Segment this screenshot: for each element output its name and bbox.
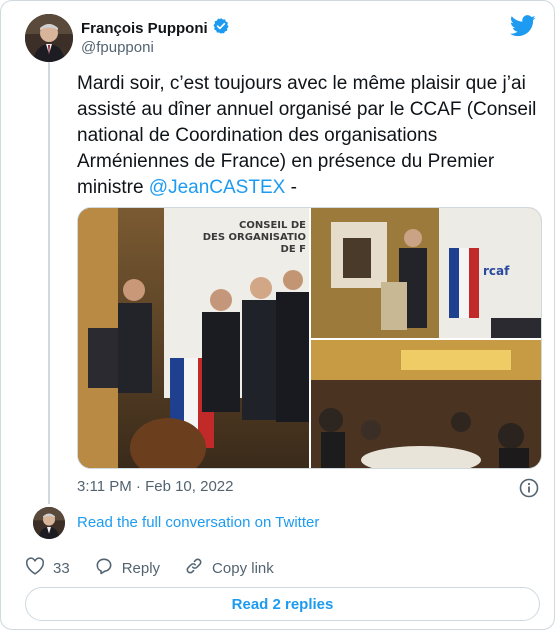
photo-dinner[interactable] (311, 340, 541, 468)
photo-stage[interactable]: CONSEIL DE DES ORGANISATIO DE F (78, 208, 309, 468)
read-full-conversation-link[interactable]: Read the full conversation on Twitter (77, 514, 319, 531)
copy-link-label: Copy link (212, 559, 274, 577)
read-replies-label: Read 2 replies (231, 595, 334, 613)
copy-link-button[interactable]: Copy link (184, 556, 274, 580)
ccaf-logo: rcaf (483, 264, 510, 278)
twitter-logo-icon[interactable] (510, 15, 536, 42)
reply-label: Reply (121, 559, 161, 577)
like-count: 33 (53, 559, 70, 577)
thread-rail (48, 62, 50, 504)
like-button[interactable]: 33 (25, 557, 70, 579)
sign-line-1: CONSEIL DE (239, 220, 306, 231)
photo-podium[interactable]: rcaf (311, 208, 541, 338)
reply-button[interactable]: Reply (94, 556, 160, 580)
action-bar: 33 Reply Copy link (25, 557, 298, 579)
sign-line-3: DE F (280, 244, 306, 255)
sign-line-2: DES ORGANISATIO (202, 232, 306, 243)
tweet-card: François Pupponi @fpupponi Mardi soir, c… (0, 0, 555, 630)
tweet-body-end: - (285, 177, 297, 198)
read-replies-button[interactable]: Read 2 replies (25, 587, 540, 621)
author-name[interactable]: François Pupponi (81, 20, 208, 37)
link-icon (184, 556, 204, 580)
verified-badge-icon (212, 17, 230, 40)
author-handle[interactable]: @fpupponi (81, 39, 154, 56)
author-name-row[interactable]: François Pupponi (81, 17, 230, 40)
reply-icon (94, 556, 114, 580)
tweet-text: Mardi soir, c’est toujours avec le même … (77, 71, 542, 201)
sign-text: CONSEIL DE DES ORGANISATIO DE F (203, 220, 306, 256)
media-grid[interactable]: CONSEIL DE DES ORGANISATIO DE F rcaf (77, 207, 542, 469)
tweet-body: Mardi soir, c’est toujours avec le même … (77, 73, 537, 198)
heart-icon (25, 557, 45, 579)
tweet-timestamp[interactable]: 3:11 PM · Feb 10, 2022 (77, 478, 233, 495)
mention-link[interactable]: @JeanCASTEX (149, 177, 286, 198)
info-icon[interactable] (519, 478, 539, 503)
avatar-small[interactable] (33, 507, 65, 539)
avatar[interactable] (25, 14, 73, 62)
